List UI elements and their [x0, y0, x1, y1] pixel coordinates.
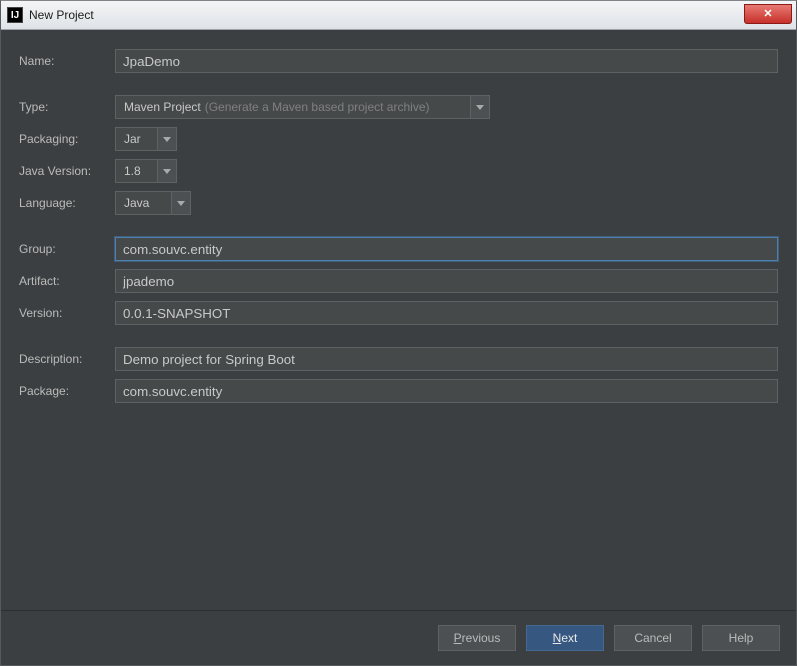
type-select[interactable]: Maven Project (Generate a Maven based pr…	[115, 95, 490, 119]
close-icon: ✕	[763, 9, 772, 20]
java-version-select[interactable]: 1.8	[115, 159, 177, 183]
close-button[interactable]: ✕	[744, 4, 792, 24]
version-label: Version:	[19, 306, 115, 320]
artifact-input[interactable]	[115, 269, 778, 293]
group-input[interactable]	[115, 237, 778, 261]
package-label: Package:	[19, 384, 115, 398]
language-label: Language:	[19, 196, 115, 210]
chevron-down-icon[interactable]	[157, 159, 177, 183]
chevron-down-icon[interactable]	[171, 191, 191, 215]
app-icon: IJ	[7, 7, 23, 23]
new-project-dialog: IJ New Project ✕ Name: Type: Maven Proje…	[0, 0, 797, 666]
java-version-label: Java Version:	[19, 164, 115, 178]
packaging-value: Jar	[124, 132, 141, 146]
package-input[interactable]	[115, 379, 778, 403]
packaging-label: Packaging:	[19, 132, 115, 146]
version-input[interactable]	[115, 301, 778, 325]
chevron-down-icon[interactable]	[470, 95, 490, 119]
name-label: Name:	[19, 54, 115, 68]
artifact-label: Artifact:	[19, 274, 115, 288]
titlebar: IJ New Project ✕	[1, 1, 796, 30]
form-content: Name: Type: Maven Project (Generate a Ma…	[1, 30, 796, 610]
language-select[interactable]: Java	[115, 191, 191, 215]
next-button[interactable]: Next	[526, 625, 604, 651]
name-input[interactable]	[115, 49, 778, 73]
description-label: Description:	[19, 352, 115, 366]
group-label: Group:	[19, 242, 115, 256]
help-button[interactable]: Help	[702, 625, 780, 651]
language-value: Java	[124, 196, 149, 210]
dialog-footer: Previous Next Cancel Help	[1, 610, 796, 665]
type-value: Maven Project	[124, 100, 201, 114]
window-title: New Project	[29, 8, 94, 22]
type-label: Type:	[19, 100, 115, 114]
chevron-down-icon[interactable]	[157, 127, 177, 151]
previous-button[interactable]: Previous	[438, 625, 516, 651]
description-input[interactable]	[115, 347, 778, 371]
type-hint: (Generate a Maven based project archive)	[205, 100, 430, 114]
java-version-value: 1.8	[124, 164, 141, 178]
packaging-select[interactable]: Jar	[115, 127, 177, 151]
cancel-button[interactable]: Cancel	[614, 625, 692, 651]
